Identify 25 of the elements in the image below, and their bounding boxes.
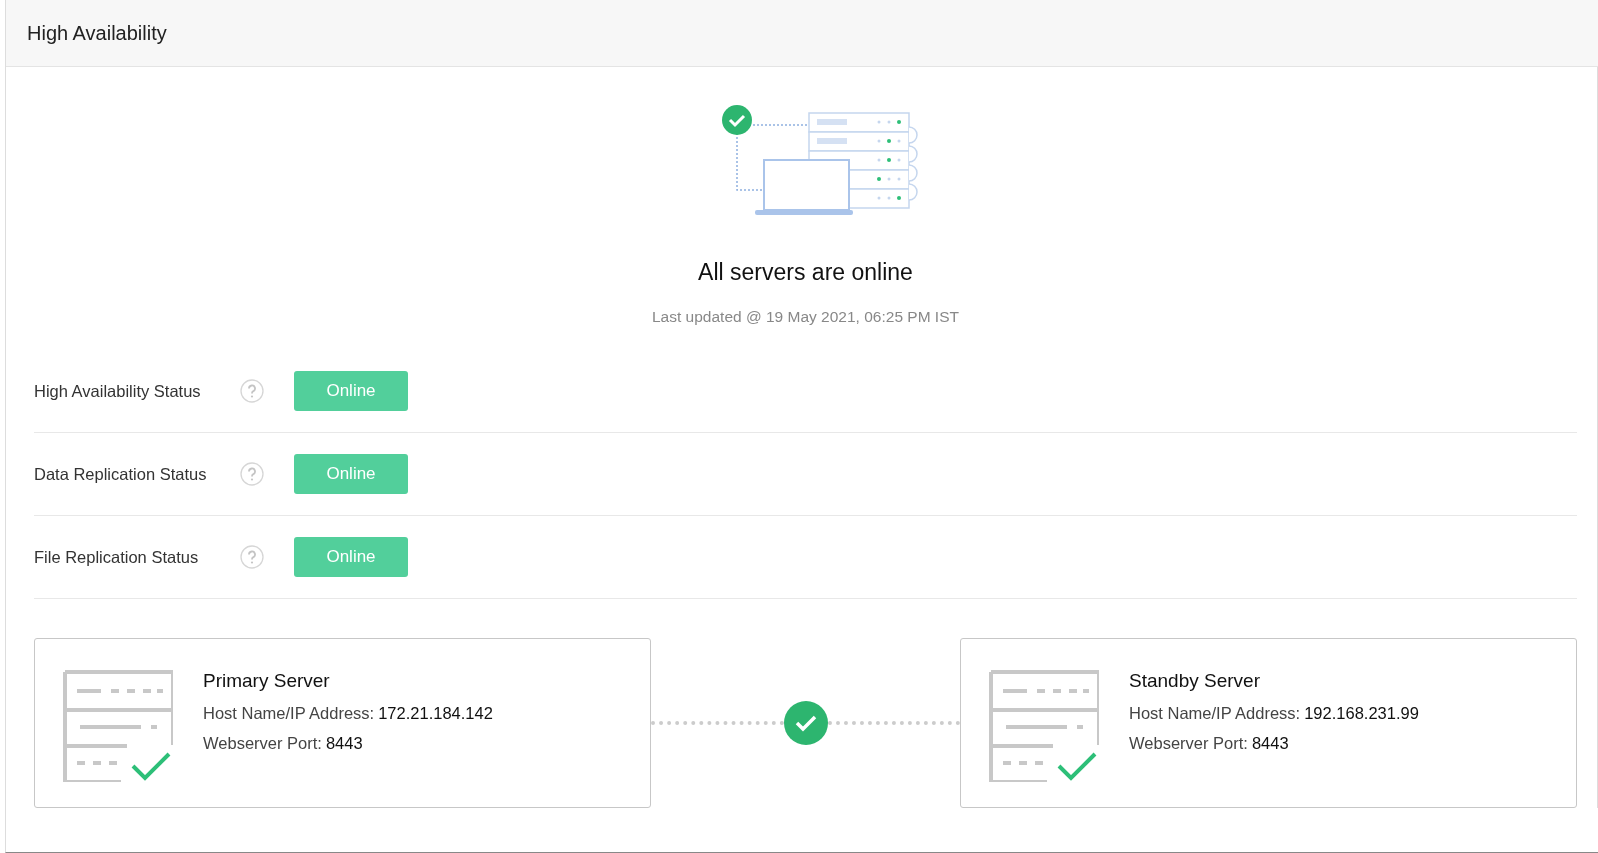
port-label: Webserver Port:: [203, 734, 322, 752]
port-value: 8443: [325, 734, 363, 752]
status-heading: All servers are online: [698, 259, 913, 286]
status-label: High Availability Status: [34, 381, 202, 401]
port-label: Webserver Port:: [1129, 734, 1248, 752]
help-icon[interactable]: [240, 545, 264, 569]
status-label: File Replication Status: [34, 547, 200, 567]
host-value: 192.168.231.99: [1304, 704, 1419, 722]
server-check-icon: [63, 670, 173, 782]
server-title: Standby Server: [1129, 670, 1261, 692]
host-value: 172.21.184.142: [378, 704, 493, 722]
server-check-icon: [989, 670, 1099, 782]
last-updated-text: Last updated @ 19 May 2021, 06:25 PM IST: [652, 308, 959, 326]
connection-check-icon: [783, 701, 828, 745]
status-label: Data Replication Status: [34, 464, 208, 484]
status-badge: Online: [294, 537, 408, 577]
host-label: Host Name/IP Address:: [203, 704, 375, 722]
status-badge: Online: [294, 454, 408, 494]
server-title: Primary Server: [203, 670, 331, 692]
status-badge: Online: [294, 371, 408, 411]
page-title: High Availability: [27, 21, 167, 45]
help-icon[interactable]: [240, 462, 264, 486]
host-label: Host Name/IP Address:: [1129, 704, 1301, 722]
help-icon[interactable]: [240, 379, 264, 403]
port-value: 8443: [1251, 734, 1289, 752]
